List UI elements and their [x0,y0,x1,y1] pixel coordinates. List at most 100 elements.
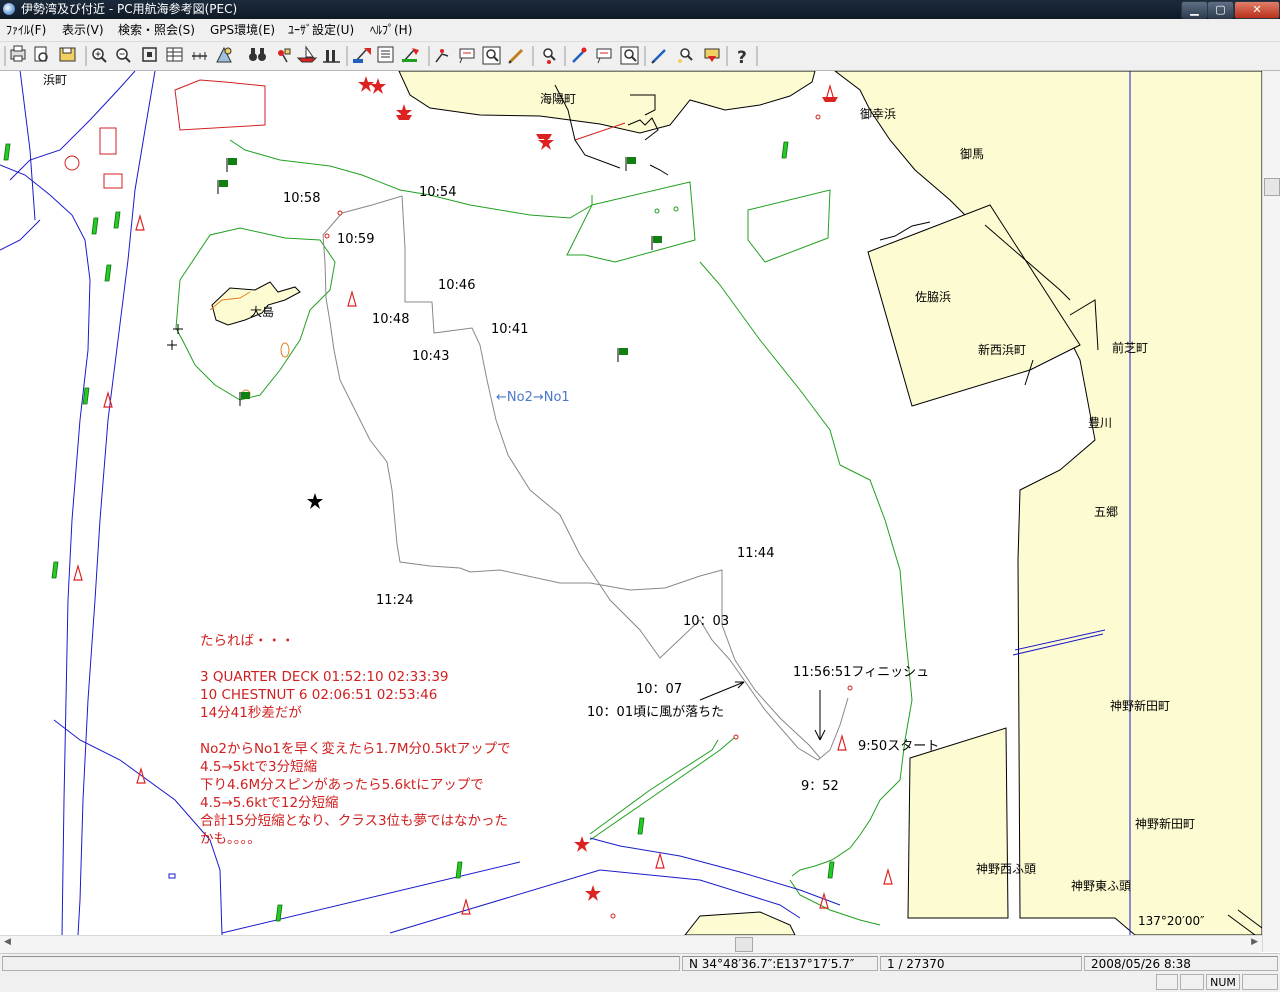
plotter-icon[interactable] [402,48,419,63]
horizontal-scroll-thumb[interactable] [735,937,753,952]
vertical-scroll-thumb[interactable] [1264,178,1280,196]
menu-bar: ﾌｧｲﾙ(F) 表示(V) 検索・照会(S) GPS環境(E) ﾕｰｻﾞ設定(U… [0,19,1280,42]
green-buoy-icon [91,217,99,235]
marker-icon[interactable] [572,47,587,63]
place-hamacho: 浜町 [43,73,67,87]
time-label: 10:41 [491,322,528,337]
time-label: 11:44 [737,546,774,561]
binoculars-icon[interactable] [249,48,266,61]
land-north-coast [398,71,816,134]
place-shinnishihamacho: 新西浜町 [978,342,1026,357]
status-pane-message [2,956,680,971]
locate-icon[interactable] [543,48,556,64]
print-preview-icon[interactable] [34,46,48,62]
time-label: 10:54 [419,185,456,200]
place-toyokawa: 豊川 [1088,416,1112,430]
bottom-indicator-bar: NUM [0,974,1280,992]
place-sawakihama: 佐脇浜 [915,290,951,304]
black-star-icon [307,493,323,509]
place-kaiyocho: 海陽町 [540,91,576,106]
search-mark-icon[interactable] [678,48,693,63]
scroll-left-arrow-icon[interactable]: ◀ [4,937,11,947]
boat-icon[interactable] [296,45,318,63]
text-note-icon[interactable] [459,48,475,64]
scale-readout: 1 / 27370 [880,956,1082,971]
green-flag-icon [217,180,228,194]
finish-label: 11:56:51フィニッシュ [793,665,929,680]
commentary-line: かも。。。。 [200,831,261,847]
chart-edit-icon[interactable] [353,48,371,63]
list-icon[interactable] [377,46,394,63]
green-flag-icon [226,158,237,172]
place-miyukihama: 御幸浜 [860,106,896,121]
time-label: 10：03 [683,614,729,629]
layers-icon[interactable] [166,47,183,62]
land-shinno-west [907,727,1009,919]
commentary-line: 下り4.6M分スピンがあったら5.6ktにアップで [200,777,484,793]
time-label: 10:59 [337,232,374,247]
red-buoy-icon [73,563,83,581]
chart-map[interactable]: 浜町 海陽町 御幸浜 御馬 大島 佐脇浜 新西浜町 前芝町 豊川 五郷 神野新田… [0,71,1280,935]
pen-icon[interactable] [651,49,666,64]
help-icon[interactable]: ? [737,48,747,68]
horizontal-scrollbar[interactable]: ◀ ▶ [0,935,1262,953]
commentary: たられば・・・ 3 QUARTER DECK 01:52:10 02:33:39… [200,633,511,847]
green-buoy-icon [827,861,835,879]
maximize-button[interactable]: ▢ [1207,1,1234,19]
wind-note: 10：01頃に風が落ちた [587,705,724,720]
anchor-mark-icon[interactable] [278,48,291,63]
route-icon[interactable] [435,49,449,63]
land-east-upper [834,71,1262,935]
place-maeshibacho: 前芝町 [1112,340,1148,355]
commentary-line: 合計15分短縮となり、クラス3位も夢ではなかった [200,813,508,829]
print-icon[interactable] [10,45,26,62]
coordinates-readout: N 34°48′36.7″:E137°17′5.7″ [682,956,878,971]
pencil-icon[interactable] [508,48,524,64]
land-areas [211,71,1262,935]
save-icon[interactable] [59,47,76,62]
time-label: 10:43 [412,349,449,364]
time-label: 10：07 [636,682,682,697]
comment-icon[interactable] [596,48,612,64]
commentary-line: 10 CHESTNUT 6 02:06:51 02:53:46 [200,687,437,703]
download-icon[interactable] [704,48,720,62]
menu-search[interactable]: 検索・照会(S) [118,22,195,38]
start-label: 9:50スタート [858,739,939,754]
green-flag-icon [651,236,662,250]
boat-marker-icon [822,97,838,102]
mark-icon[interactable] [323,50,340,63]
place-oshima: 大島 [250,304,274,319]
menu-user-settings[interactable]: ﾕｰｻﾞ設定(U) [288,22,354,38]
caps-indicator [1156,974,1178,990]
boat-marker-icon [396,115,412,120]
green-flag-icon [625,157,636,171]
menu-file[interactable]: ﾌｧｲﾙ(F) [6,22,46,38]
zoom-out-icon[interactable] [116,48,131,63]
title-bar: 伊勢湾及び付近 - PC用航海参考図(PEC) ▁ ▢ ✕ [0,0,1280,19]
menu-view[interactable]: 表示(V) [62,22,104,38]
commentary-line: たられば・・・ [200,633,295,649]
scroll-right-arrow-icon[interactable]: ▶ [1251,937,1258,947]
place-jinno-east-pier: 神野東ふ頭 [1071,879,1131,893]
green-flag-icon [617,348,628,362]
scroll-indicator [1242,974,1278,990]
minimize-button[interactable]: ▁ [1181,1,1208,19]
fit-view-icon[interactable] [142,47,157,62]
gps-icon[interactable] [216,46,232,63]
magnify-icon[interactable] [482,46,501,65]
datetime-readout: 2008/05/26 8:38 [1084,956,1278,971]
zoom-box-icon[interactable] [620,46,639,65]
menu-gps[interactable]: GPS環境(E) [210,22,275,38]
red-buoy-icon [136,766,146,784]
boat-marker-icon [536,134,552,139]
vertical-scrollbar[interactable] [1262,71,1280,952]
zoom-in-icon[interactable] [92,48,107,63]
red-buoy-icon [461,897,471,915]
place-umma: 御馬 [960,146,984,161]
menu-help[interactable]: ﾍﾙﾌﾟ(H) [370,22,412,38]
ruler-icon[interactable] [192,52,207,60]
red-buoy-icon [655,851,665,869]
close-button[interactable]: ✕ [1234,1,1280,19]
small-marker [168,873,176,879]
green-buoy-icon [51,561,59,579]
